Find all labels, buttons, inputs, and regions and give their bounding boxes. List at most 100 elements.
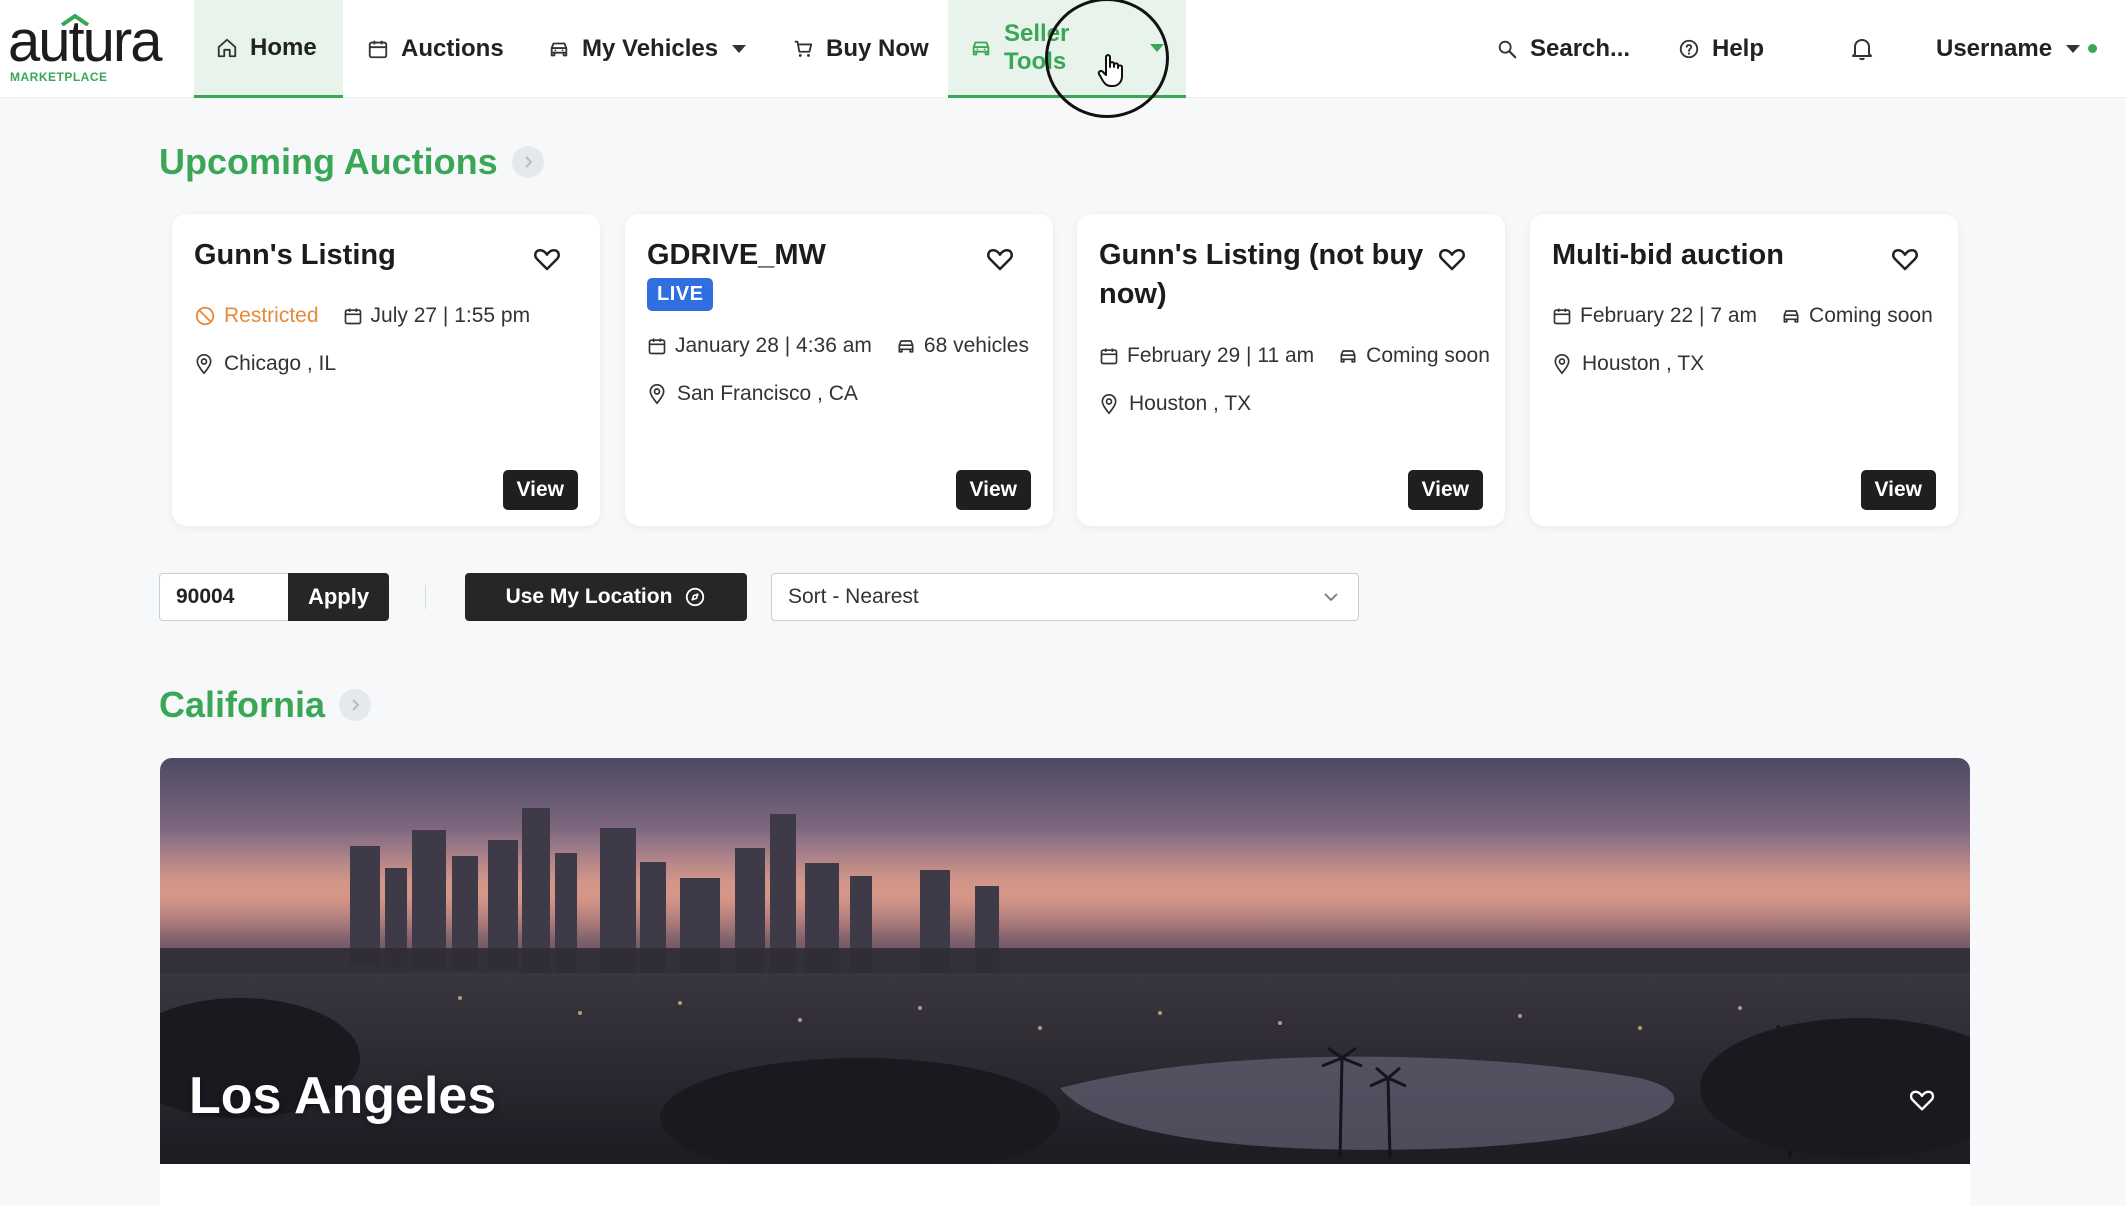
auction-date-label: July 27 | 1:55 pm: [370, 304, 531, 327]
location-pin-icon: [1554, 353, 1570, 375]
nav-auctions-label: Auctions: [401, 35, 504, 62]
arrow-right-icon[interactable]: [339, 689, 372, 721]
view-button[interactable]: View: [1860, 470, 1936, 510]
region-heading[interactable]: California: [159, 684, 372, 726]
online-status-dot: [2088, 44, 2097, 53]
auction-meta-row: February 22 | 7 am Coming soon: [1552, 304, 1947, 328]
auction-location: Chicago , IL: [194, 352, 336, 376]
location-pin-icon: [196, 353, 212, 375]
top-nav: autura MARKETPLACE Home Auctions My Vehi…: [0, 0, 2126, 98]
view-button[interactable]: View: [955, 470, 1031, 510]
auction-card[interactable]: Gunn's Listing (not buy now) February 29…: [1077, 214, 1505, 526]
calendar-icon: [1100, 348, 1118, 365]
heart-icon[interactable]: [985, 244, 1015, 274]
auction-card[interactable]: Multi-bid auction February 22 | 7 am Com…: [1530, 214, 1958, 526]
auction-date: July 27 | 1:55 pm: [343, 304, 531, 328]
view-button[interactable]: View: [502, 470, 578, 510]
chevron-down-icon: [2066, 45, 2081, 53]
auction-location-label: Houston , TX: [1582, 352, 1705, 375]
arrow-right-icon[interactable]: [511, 146, 544, 178]
nav-my-vehicles-label: My Vehicles: [582, 35, 719, 62]
city-banner-los-angeles[interactable]: Los Angeles: [160, 758, 1970, 1164]
auction-date: January 28 | 4:36 am: [647, 334, 872, 358]
auction-location-label: San Francisco , CA: [677, 382, 858, 405]
auction-date: February 22 | 7 am: [1552, 304, 1757, 328]
nav-help-label: Help: [1712, 35, 1765, 62]
user-menu[interactable]: Username: [1914, 0, 2102, 98]
chevron-down-icon: [1150, 43, 1164, 52]
vehicle-count: Coming soon: [1781, 304, 1933, 328]
auction-title: Gunn's Listing: [194, 239, 396, 271]
heart-icon[interactable]: [1908, 1086, 1936, 1114]
calendar-icon: [344, 308, 361, 325]
calendar-icon: [648, 338, 666, 355]
auction-card[interactable]: Gunn's Listing Restricted July 27 | 1:55…: [172, 214, 600, 526]
banner-footer: [160, 1164, 1970, 1206]
zip-code-input[interactable]: 90004: [159, 573, 288, 621]
auction-title: GDRIVE_MW: [647, 239, 826, 271]
restricted-status: Restricted: [194, 304, 319, 328]
home-icon: [217, 38, 237, 57]
nav-search-label: Search...: [1530, 35, 1631, 62]
chevron-down-icon: [1324, 593, 1338, 602]
help-icon: [1679, 39, 1699, 59]
nav-buy-now[interactable]: Buy Now: [770, 0, 951, 98]
auction-location: San Francisco , CA: [647, 382, 858, 406]
auction-location-label: Houston , TX: [1129, 392, 1252, 415]
cart-icon: [794, 40, 813, 57]
calendar-icon: [368, 40, 388, 59]
notifications-button[interactable]: [1828, 0, 1896, 98]
use-my-location-label: Use My Location: [505, 585, 673, 608]
nav-home-label: Home: [250, 33, 317, 61]
car-icon: [898, 340, 914, 353]
divider: [425, 585, 426, 609]
nav-auctions[interactable]: Auctions: [345, 0, 526, 98]
chevron-down-icon: [732, 45, 747, 53]
use-my-location-button[interactable]: Use My Location: [465, 573, 747, 621]
city-name: Los Angeles: [189, 1067, 497, 1125]
restricted-icon: [195, 306, 215, 326]
autura-logo[interactable]: autura MARKETPLACE: [8, 13, 168, 85]
sort-select[interactable]: Sort - Nearest: [771, 573, 1359, 621]
upcoming-auctions-heading[interactable]: Upcoming Auctions: [159, 141, 544, 183]
auction-date-label: January 28 | 4:36 am: [675, 334, 872, 357]
region-title: California: [159, 684, 326, 725]
sort-select-value: Sort - Nearest: [788, 585, 919, 608]
auction-date-label: February 22 | 7 am: [1580, 304, 1758, 327]
location-pin-icon: [1101, 393, 1117, 415]
auction-date: February 29 | 11 am: [1099, 344, 1314, 368]
vehicle-count-label: Coming soon: [1366, 344, 1490, 367]
vehicle-count: 68 vehicles: [896, 334, 1029, 358]
heart-icon[interactable]: [1890, 244, 1920, 274]
vehicle-count-label: Coming soon: [1809, 304, 1933, 327]
location-pin-icon: [649, 383, 665, 405]
upcoming-auctions-title: Upcoming Auctions: [159, 141, 498, 182]
auction-title: Multi-bid auction: [1552, 239, 1784, 271]
nav-home[interactable]: Home: [194, 0, 343, 98]
live-badge: LIVE: [647, 278, 714, 311]
auction-date-label: February 29 | 11 am: [1127, 344, 1315, 367]
car-icon: [1340, 350, 1356, 363]
car-icon: [972, 41, 990, 55]
nav-buy-now-label: Buy Now: [826, 35, 929, 62]
auction-meta-row: February 29 | 11 am Coming soon: [1099, 344, 1504, 368]
auction-location-label: Chicago , IL: [224, 352, 337, 375]
nav-help[interactable]: Help: [1656, 0, 1786, 98]
restricted-label: Restricted: [224, 304, 319, 327]
logo-accent-icon: [60, 14, 90, 26]
heart-icon[interactable]: [1437, 244, 1467, 274]
heart-icon[interactable]: [532, 244, 562, 274]
search-icon: [1498, 40, 1517, 59]
view-button[interactable]: View: [1407, 470, 1483, 510]
vehicle-count: Coming soon: [1338, 344, 1490, 368]
apply-button[interactable]: Apply: [288, 573, 389, 621]
nav-search[interactable]: Search...: [1474, 0, 1652, 98]
auction-card[interactable]: GDRIVE_MW LIVE January 28 | 4:36 am 68 v…: [625, 214, 1053, 526]
auction-location: Houston , TX: [1099, 392, 1251, 416]
username-label: Username: [1936, 35, 2053, 62]
car-icon: [550, 42, 568, 57]
auction-meta-row: January 28 | 4:36 am 68 vehicles: [647, 334, 1043, 358]
auction-location: Houston , TX: [1552, 352, 1704, 376]
nav-seller-tools[interactable]: Seller Tools: [948, 0, 1186, 98]
nav-my-vehicles[interactable]: My Vehicles: [526, 0, 768, 98]
